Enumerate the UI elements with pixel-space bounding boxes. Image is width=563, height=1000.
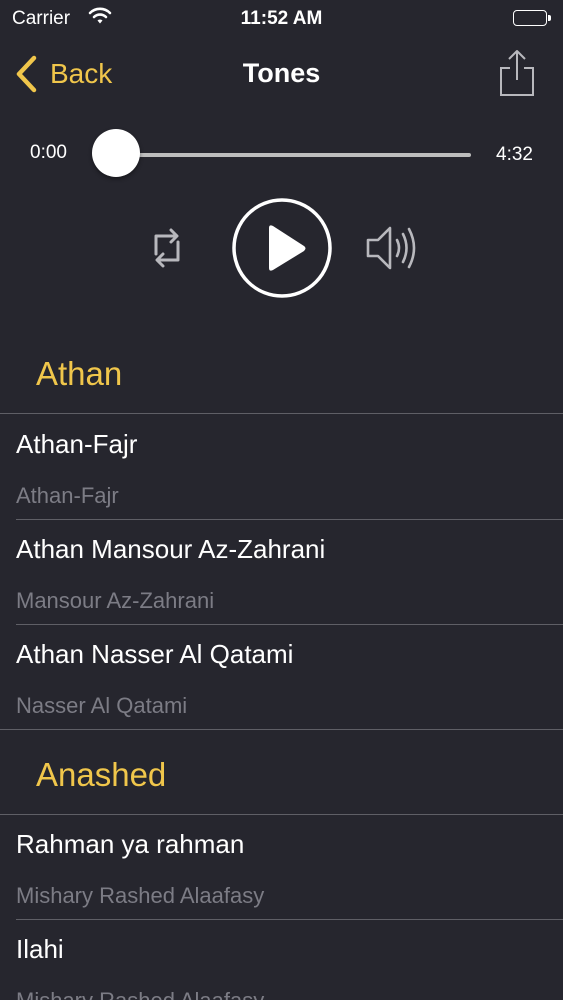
section-header: Athan xyxy=(0,334,563,414)
tone-subtitle: Mansour Az-Zahrani xyxy=(16,588,215,613)
list-item[interactable]: Ilahi Mishary Rashed Alaafasy xyxy=(0,920,563,1000)
duration: 4:32 xyxy=(496,144,533,165)
status-bar: Carrier 11:52 AM xyxy=(0,0,563,38)
progress-track[interactable] xyxy=(116,153,471,157)
audio-player: 0:00 4:32 xyxy=(0,120,563,310)
tone-subtitle: Athan-Fajr xyxy=(16,483,119,508)
share-icon[interactable] xyxy=(497,48,537,98)
volume-icon[interactable] xyxy=(364,222,422,279)
tone-title: Rahman ya rahman xyxy=(16,829,245,859)
current-time: 0:00 xyxy=(30,142,67,163)
navigation-bar: Back Tones xyxy=(0,38,563,114)
tone-title: Athan Nasser Al Qatami xyxy=(16,639,294,669)
section-title: Anashed xyxy=(36,756,167,793)
list-item[interactable]: Athan-Fajr Athan-Fajr xyxy=(0,415,563,520)
progress-slider-thumb[interactable] xyxy=(92,129,140,177)
tone-subtitle: Nasser Al Qatami xyxy=(16,693,188,718)
section-header: Anashed xyxy=(0,735,563,815)
play-button[interactable] xyxy=(231,197,333,299)
battery-icon xyxy=(513,10,551,26)
row-separator xyxy=(0,729,563,730)
tone-title: Athan Mansour Az-Zahrani xyxy=(16,534,326,564)
tone-title: Ilahi xyxy=(16,934,64,964)
list-item[interactable]: Rahman ya rahman Mishary Rashed Alaafasy xyxy=(0,815,563,920)
list-item[interactable]: Athan Mansour Az-Zahrani Mansour Az-Zahr… xyxy=(0,520,563,625)
status-time: 11:52 AM xyxy=(240,8,323,29)
section-title: Athan xyxy=(36,355,123,392)
page-title: Tones xyxy=(242,58,321,88)
play-icon xyxy=(232,198,332,298)
repeat-icon[interactable] xyxy=(143,224,191,277)
tone-title: Athan-Fajr xyxy=(16,429,138,459)
tone-subtitle: Mishary Rashed Alaafasy xyxy=(16,988,264,1000)
tone-subtitle: Mishary Rashed Alaafasy xyxy=(16,883,265,908)
list-item[interactable]: Athan Nasser Al Qatami Nasser Al Qatami xyxy=(0,625,563,730)
